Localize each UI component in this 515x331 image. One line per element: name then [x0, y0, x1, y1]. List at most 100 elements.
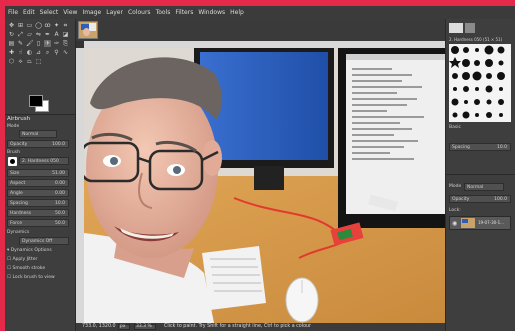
- brush-preview-icon[interactable]: [8, 157, 17, 166]
- paintbrush-tool-icon[interactable]: 🖌: [26, 40, 34, 47]
- menu-help[interactable]: Help: [230, 9, 244, 16]
- aspect-label: Aspect: [10, 181, 26, 186]
- move-tool-icon[interactable]: ✥: [8, 22, 15, 29]
- force-value: 50.0: [54, 221, 65, 226]
- eye-icon[interactable]: ◉: [452, 220, 457, 227]
- zoom-tool-icon[interactable]: ⌕: [44, 49, 51, 56]
- warp-tool-icon[interactable]: ∿: [62, 49, 69, 56]
- menu-colours[interactable]: Colours: [128, 9, 151, 16]
- menu-layer[interactable]: Layer: [106, 9, 123, 16]
- zoom-select[interactable]: 33.3 %: [134, 324, 156, 330]
- menu-select[interactable]: Select: [40, 9, 59, 16]
- angle-label: Angle: [10, 191, 23, 196]
- image-tab-thumbnail[interactable]: [78, 21, 98, 39]
- dynamics-label: Dynamics: [7, 230, 30, 235]
- menu-edit[interactable]: Edit: [23, 9, 35, 16]
- handle-transform-tool-icon[interactable]: ⟡: [17, 58, 24, 65]
- menu-image[interactable]: Image: [82, 9, 101, 16]
- perspective-tool-icon[interactable]: ⏢: [26, 58, 33, 65]
- force-slider[interactable]: Force 50.0: [7, 219, 69, 227]
- angle-slider[interactable]: Angle 0.00: [7, 189, 69, 197]
- layer-thumbnail: [461, 218, 475, 228]
- crop-tool-icon[interactable]: ⌗: [62, 22, 69, 29]
- ellipse-select-tool-icon[interactable]: ◯: [35, 22, 42, 29]
- cage-tool-icon[interactable]: ⬡: [8, 58, 15, 65]
- gimp-window: File Edit Select View Image Layer Colour…: [5, 6, 515, 331]
- gradient-tool-icon[interactable]: ▤: [8, 40, 15, 47]
- size-slider[interactable]: Size 51.00: [7, 169, 69, 177]
- unified-transform-tool-icon[interactable]: ⬚: [35, 58, 42, 65]
- size-value: 51.00: [52, 171, 65, 176]
- apply-jitter-checkbox[interactable]: ☐ Apply Jitter: [7, 257, 37, 262]
- spacing-slider[interactable]: Spacing 10.0: [7, 199, 69, 207]
- lock-brush-checkbox[interactable]: ☐ Lock brush to view: [7, 275, 55, 280]
- free-select-tool-icon[interactable]: ꝏ: [44, 22, 51, 29]
- hardness-slider[interactable]: Hardness 50.0: [7, 209, 69, 217]
- rect-select-tool-icon[interactable]: ▭: [26, 22, 33, 29]
- menu-tools[interactable]: Tools: [156, 9, 171, 16]
- brush-spacing-slider[interactable]: Spacing 10.0: [449, 143, 511, 151]
- dodge-burn-tool-icon[interactable]: ◐: [26, 49, 33, 56]
- opacity-label: Opacity: [10, 142, 28, 147]
- menu-filters[interactable]: Filters: [175, 9, 193, 16]
- divider: [5, 114, 75, 115]
- size-label: Size: [10, 171, 20, 176]
- scale-tool-icon[interactable]: ⤢: [17, 31, 24, 38]
- divider: [446, 174, 515, 175]
- angle-value: 0.00: [54, 191, 65, 196]
- fuzzy-select-tool-icon[interactable]: ✦: [53, 22, 60, 29]
- clone-tool-icon[interactable]: ⎘: [62, 40, 69, 47]
- color-picker-tool-icon[interactable]: ⚲: [53, 49, 60, 56]
- smooth-stroke-label: Smooth stroke: [12, 266, 46, 271]
- brush-grid[interactable]: [449, 44, 511, 122]
- opacity-slider[interactable]: Opacity 100.0: [7, 140, 69, 148]
- menu-windows[interactable]: Windows: [198, 9, 225, 16]
- hardness-label: Hardness: [10, 211, 32, 216]
- paths-tool-icon[interactable]: ✒: [44, 31, 51, 38]
- align-tool-icon[interactable]: ⊞: [17, 22, 24, 29]
- layer-opacity-value: 100.0: [494, 197, 507, 202]
- unit-select[interactable]: px: [118, 324, 130, 330]
- brushes-tab-icon[interactable]: [449, 23, 463, 33]
- dynamics-select[interactable]: Dynamics Off: [19, 237, 69, 245]
- pencil-tool-icon[interactable]: ✎: [17, 40, 24, 47]
- horizontal-ruler[interactable]: [84, 41, 445, 48]
- layer-row[interactable]: ◉ 19-07-30-1...: [449, 216, 511, 230]
- text-tool-icon[interactable]: A: [53, 31, 60, 38]
- image-tab-strip: [76, 19, 445, 41]
- smooth-stroke-checkbox[interactable]: ☐ Smooth stroke: [7, 266, 45, 271]
- left-dock: ✥ ⊞ ▭ ◯ ꝏ ✦ ⌗ ↻ ⤢ ▱ ⇋ ✒ A ◪ ▤ ✎ 🖌 ▯ ✈ ✑ …: [5, 19, 76, 331]
- rotate-tool-icon[interactable]: ↻: [8, 31, 15, 38]
- brush-select[interactable]: 2. Hardness 050: [19, 157, 69, 165]
- lock-brush-label: Lock brush to view: [12, 275, 55, 280]
- menu-file[interactable]: File: [8, 9, 18, 16]
- hardness-value: 50.0: [54, 211, 65, 216]
- image-canvas[interactable]: [84, 48, 445, 323]
- dynamics-options-expander[interactable]: ▾ Dynamics Options: [7, 248, 52, 253]
- foreground-color-swatch[interactable]: [29, 95, 43, 107]
- shear-tool-icon[interactable]: ▱: [26, 31, 33, 38]
- vertical-ruler[interactable]: [76, 48, 84, 323]
- smudge-tool-icon[interactable]: ☝: [17, 49, 24, 56]
- status-message: Click to paint. Try Shift for a straight…: [164, 324, 312, 329]
- layer-opacity-label: Opacity: [452, 197, 470, 202]
- bucket-fill-tool-icon[interactable]: ◪: [62, 31, 69, 38]
- mode-select[interactable]: Normal: [19, 130, 57, 138]
- layer-mode-label: Mode: [449, 184, 462, 189]
- patterns-tab-icon[interactable]: [465, 23, 475, 33]
- ink-tool-icon[interactable]: ✑: [53, 40, 60, 47]
- layer-opacity-slider[interactable]: Opacity 100.0: [449, 195, 511, 203]
- airbrush-tool-icon[interactable]: ✈: [44, 40, 51, 47]
- eraser-tool-icon[interactable]: ▯: [35, 40, 42, 47]
- spacing-label: Spacing: [10, 201, 28, 206]
- menu-view[interactable]: View: [63, 9, 77, 16]
- heal-tool-icon[interactable]: ✚: [8, 49, 15, 56]
- mode-label: Mode: [7, 124, 20, 129]
- measure-tool-icon[interactable]: ⊿: [35, 49, 42, 56]
- layer-mode-select[interactable]: Normal: [464, 183, 504, 191]
- aspect-slider[interactable]: Aspect 0.00: [7, 179, 69, 187]
- flip-tool-icon[interactable]: ⇋: [35, 31, 42, 38]
- apply-jitter-label: Apply Jitter: [12, 257, 38, 262]
- brush-thumbnails: [449, 45, 505, 119]
- tool-options-title: Airbrush: [7, 116, 31, 122]
